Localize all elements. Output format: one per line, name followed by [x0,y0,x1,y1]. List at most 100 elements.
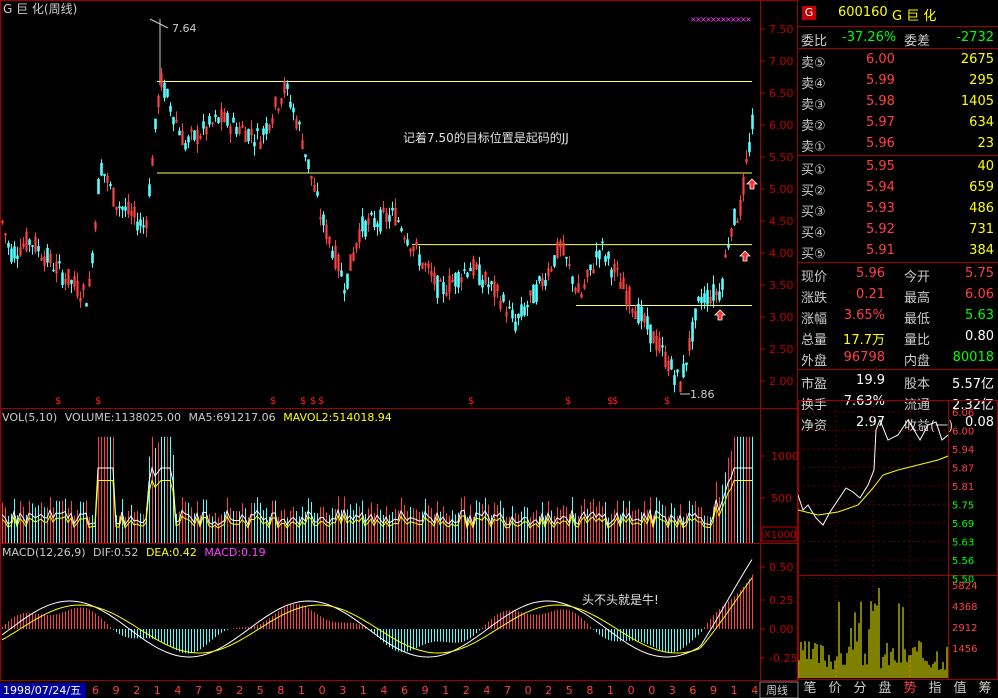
candle-body [148,184,151,197]
sell-volume: 634 [969,115,994,130]
candle-body [637,303,640,324]
candle-body [523,306,526,316]
vol-volume: VOLUME:1138025.00 [65,411,181,424]
vol-tick-label: 500 [771,492,792,505]
candle-body [538,276,541,282]
candle-body [37,246,40,252]
signal-s-marker: $ [55,396,61,407]
sell-volume: 2675 [960,52,994,67]
panel-tab[interactable]: 指 [923,680,947,698]
signal-s-marker: $ [300,396,306,407]
candle-body [598,250,601,260]
sell-volume: 23 [977,136,994,151]
mini-vol-tick: 4368 [952,602,977,613]
price-high-label: 7.64 [172,22,197,35]
annotation-text-2: 头不头就是牛! [582,592,659,607]
date-tick: 2 [463,684,470,697]
separator [798,262,998,263]
candle-body [418,254,421,266]
mini-price-tick: 6.00 [952,427,974,438]
candle-body [487,284,490,288]
quote-value: 5.75 [965,266,994,281]
separator [798,48,998,49]
buy-row: 买⑤ 5.91 384 [798,241,998,262]
buy-row: 买④ 5.92 731 [798,220,998,241]
panel-tab[interactable]: 筹 [973,680,997,698]
date-tick: 4 [483,684,490,697]
quote-row: 外盘 96798 内盘 80018 [798,348,998,369]
stock-code: 600160 [838,5,888,20]
candle-body [292,107,295,113]
macd-tick-label: 0.00 [769,623,794,636]
candle-body [706,290,709,305]
buy-row: 买② 5.94 659 [798,178,998,199]
separator [798,26,998,27]
date-tick: 1 [731,684,738,697]
candle-body [466,272,469,278]
candle-body [169,105,172,112]
candle-body [391,207,394,211]
candle-body [373,218,376,228]
sell-volume: 295 [969,73,994,88]
quote-label: 现价 [801,270,828,285]
date-tick: 7 [195,684,202,697]
svg-text:MACD(12,26,9) DIF:0.52: MACD(12,26,9) DIF:0.52 DEA:0.42 MACD:0.1… [2,546,266,559]
candle-body [610,269,613,278]
candle-body [553,255,556,267]
panel-tab[interactable]: 笔 [798,680,822,698]
panel-tab[interactable]: 势 [898,680,922,698]
quote-value: 3.65% [843,308,885,323]
svg-text:VOL(5,10) VOLUME:1138025.0: VOL(5,10) VOLUME:1138025.00 MA5:691217.0… [2,411,392,424]
quote-value: 5.63 [965,308,994,323]
price-tick-label: 3.50 [769,279,794,292]
quote-label: 外盘 [801,354,828,369]
candle-body [685,362,688,366]
candle-body [202,121,205,129]
fund-label: 股本 [904,377,931,392]
candle-body [463,269,466,272]
candle-body [226,112,229,126]
candle-body [316,191,319,196]
candle-body [682,363,685,378]
candle-body [121,206,124,210]
candle-body [13,246,16,259]
chart-frame [0,0,798,681]
intraday-mini-chart[interactable]: 6.066.005.945.875.815.755.695.635.565.50… [798,400,998,680]
panel-tab[interactable]: 盘 [873,680,897,698]
candle-body [208,116,211,125]
candle-body [16,255,19,259]
quote-value: 17.7万 [843,333,885,348]
macd-tick-label: 0.25 [769,594,794,607]
quote-row: 总量 17.7万 量比 0.80 [798,327,998,348]
quote-label: 涨跌 [801,291,828,306]
period-label[interactable]: 周线 [766,683,788,697]
candle-body [70,280,73,284]
stock-title-bar: G 600160 G 巨 化 [798,0,998,27]
diff-label: 委差 [904,34,931,49]
sell-label: 卖④ [801,77,826,92]
panel-tab[interactable]: 值 [948,680,972,698]
vol-tick-label: 1000 [771,450,799,463]
macd-name: MACD(12,26,9) [2,546,86,559]
buy-row: 买① 5.95 40 [798,157,998,178]
sell-price: 5.97 [866,115,895,130]
macd-value: MACD:0.19 [204,546,265,559]
candle-body [178,130,181,136]
panel-tab[interactable]: 分 [848,680,872,698]
price-tick-label: 4.50 [769,215,794,228]
panel-tab[interactable]: 价 [823,680,847,698]
quote-label: 最高 [904,291,931,306]
date-tick: 5 [257,684,264,697]
vol-ma5: MA5:691217.06 [188,411,275,424]
candle-body [10,248,13,263]
candle-body [673,375,676,385]
date-tick: 4 [751,684,758,697]
vol-mavol2: MAVOL2:514018.94 [283,411,392,424]
date-tick: 1 [442,684,449,697]
candle-body [379,209,382,232]
candle-body [694,308,697,321]
candle-body [703,293,706,303]
signal-s-marker: $ [310,396,316,407]
quote-value: 6.06 [965,287,994,302]
candle-body [712,284,715,301]
